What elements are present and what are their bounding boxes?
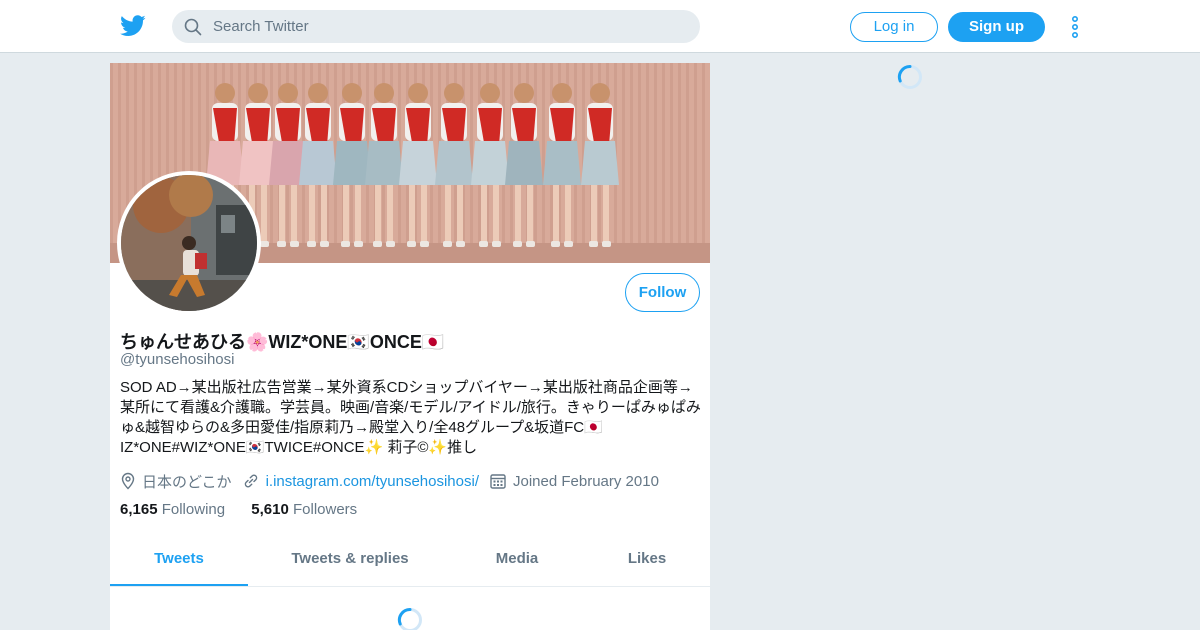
profile-joined: Joined February 2010 — [489, 472, 659, 490]
website-link[interactable]: i.instagram.com/tyunsehosihosi/ — [266, 473, 479, 490]
link-icon — [244, 474, 257, 488]
profile-handle[interactable]: @tyunsehosihosi — [120, 351, 234, 368]
signup-button[interactable]: Sign up — [948, 12, 1045, 42]
location-text: 日本のどこか — [142, 473, 232, 491]
followers-label: Followers — [292, 501, 358, 518]
login-button[interactable]: Log in — [850, 12, 938, 42]
following-stat[interactable]: 6,165 Following — [120, 501, 225, 518]
tab-tweets-replies[interactable]: Tweets & replies — [280, 533, 420, 586]
tab-tweets[interactable]: Tweets — [110, 533, 248, 586]
profile-avatar[interactable] — [117, 171, 261, 315]
profile-card: Follow ちゅんせあひる🌸WIZ*ONE🇰🇷ONCE🇯🇵 @tyunseho… — [110, 63, 710, 630]
search-icon — [184, 18, 202, 36]
loading-spinner-icon — [397, 607, 422, 630]
joined-text: Joined February 2010 — [513, 472, 659, 490]
tab-likes[interactable]: Likes — [618, 533, 676, 586]
tab-media[interactable]: Media — [482, 533, 552, 586]
profile-bio: SOD AD→某出版社広告営業→某外資系CDショップバイヤー→某出版社商品企画等… — [120, 379, 701, 456]
search-input[interactable]: Search Twitter — [172, 10, 700, 43]
loading-spinner-icon — [897, 64, 922, 89]
more-vertical-icon[interactable] — [1068, 15, 1082, 39]
follow-button[interactable]: Follow — [625, 273, 700, 312]
location-pin-icon — [121, 472, 135, 490]
profile-stats: 6,165 Following 5,610 Followers — [120, 501, 379, 518]
following-count: 6,165 — [120, 501, 158, 518]
followers-count: 5,610 — [251, 501, 289, 518]
profile-meta: 日本のどこか i.instagram.com/tyunsehosihosi/ J… — [120, 470, 669, 492]
profile-location: 日本のどこか — [120, 471, 232, 492]
calendar-icon — [490, 474, 506, 489]
profile-tabs: Tweets Tweets & replies Media Likes — [110, 533, 710, 587]
followers-stat[interactable]: 5,610 Followers — [251, 501, 357, 518]
search-placeholder: Search Twitter — [213, 18, 309, 35]
following-label: Following — [161, 501, 226, 518]
top-navigation-bar: Search Twitter Log in Sign up — [0, 0, 1200, 53]
profile-website[interactable]: i.instagram.com/tyunsehosihosi/ — [242, 472, 479, 490]
twitter-bird-icon[interactable] — [120, 14, 146, 38]
